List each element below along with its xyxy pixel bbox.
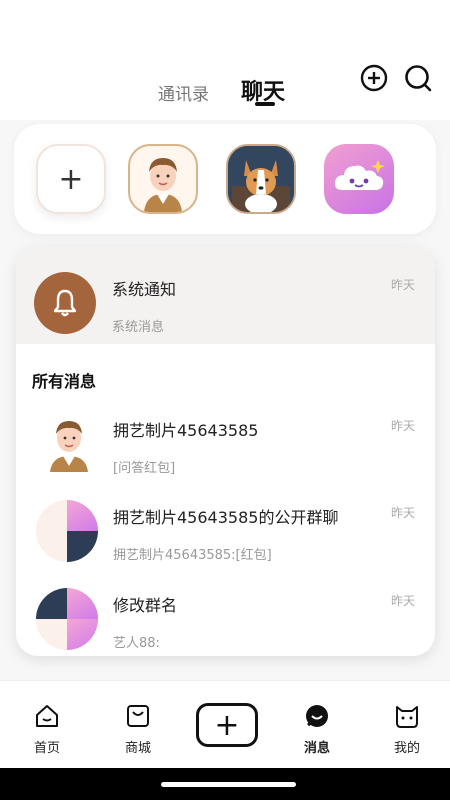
group-avatar	[36, 588, 98, 650]
nav-profile[interactable]: 我的	[377, 703, 437, 756]
message-time: 昨天	[390, 594, 415, 608]
nav-messages-label: 消息	[303, 741, 330, 756]
avatar-corgi-icon[interactable]	[226, 144, 296, 214]
system-time: 昨天	[390, 278, 415, 292]
message-time: 昨天	[390, 506, 415, 520]
nav-profile-label: 我的	[393, 741, 420, 756]
system-subtitle: 系统消息	[112, 320, 165, 335]
message-time: 昨天	[390, 419, 415, 433]
message-card: 系统通知 系统消息 昨天 所有消息 拥艺制片45643585 [问答红包] 昨天	[16, 246, 435, 656]
avatar-cloud-mascot-icon[interactable]	[324, 144, 394, 214]
message-preview: 艺人88:	[113, 636, 160, 651]
nav-home-label: 首页	[33, 741, 60, 756]
nav-mall[interactable]: 商城	[108, 703, 168, 756]
add-circle-icon[interactable]	[360, 64, 388, 92]
home-icon	[36, 705, 58, 727]
profile-cat-icon	[396, 706, 418, 728]
system-title: 系统通知	[112, 280, 177, 299]
nav-messages[interactable]: 消息	[287, 703, 347, 756]
message-preview: [问答红包]	[113, 461, 176, 476]
nav-mall-label: 商城	[124, 741, 151, 756]
home-indicator[interactable]	[161, 782, 296, 787]
avatar	[38, 410, 100, 472]
message-icon	[306, 705, 328, 727]
system-notification-row[interactable]: 系统通知 系统消息 昨天	[16, 246, 435, 344]
bell-icon	[34, 272, 96, 334]
story-strip: +	[14, 124, 436, 234]
avatar-man-icon[interactable]	[128, 144, 198, 214]
message-title: 修改群名	[113, 596, 178, 615]
group-avatar	[36, 500, 98, 562]
tab-chat-underline	[255, 102, 275, 106]
message-preview: 拥艺制片45643585:[红包]	[113, 548, 272, 563]
add-story-button[interactable]: +	[36, 144, 106, 214]
message-title: 拥艺制片45643585的公开群聊	[113, 508, 339, 527]
bottom-nav: 首页 商城 + 消息 我的	[0, 680, 450, 768]
tab-contacts[interactable]: 通讯录	[158, 80, 209, 105]
shopping-bag-icon	[127, 705, 149, 727]
search-icon[interactable]	[404, 64, 432, 92]
nav-home[interactable]: 首页	[17, 703, 77, 756]
message-title: 拥艺制片45643585	[113, 421, 259, 440]
publish-icon[interactable]: +	[196, 703, 258, 747]
all-messages-heading: 所有消息	[32, 372, 97, 391]
